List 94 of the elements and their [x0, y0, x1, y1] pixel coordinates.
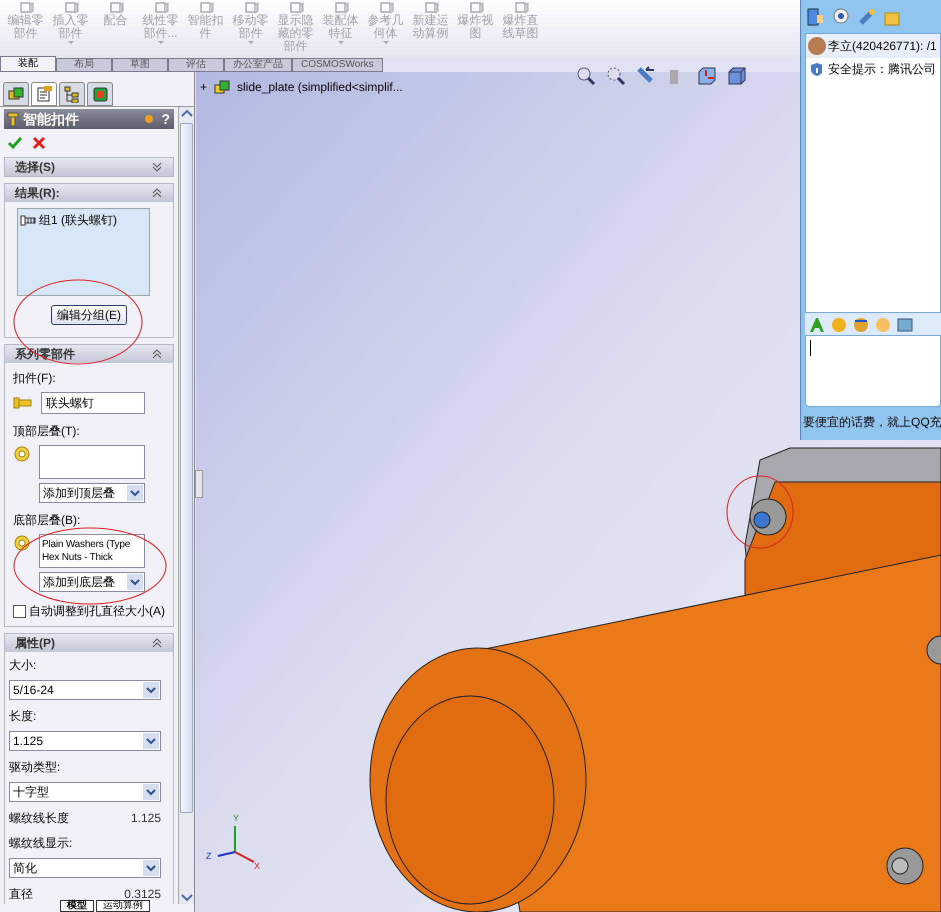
- axis-label: X: [254, 860, 260, 873]
- fastener-field[interactable]: 联头螺钉: [41, 392, 145, 414]
- field-label: 螺纹线显示:: [9, 835, 74, 852]
- tab[interactable]: 办公室产品: [224, 58, 292, 72]
- security-notice: 安全提示：腾讯公司: [828, 61, 936, 78]
- cube-icon: [288, 0, 304, 14]
- list-item[interactable]: Hex Nuts - Thick: [42, 551, 113, 564]
- tab[interactable]: 装配: [0, 56, 56, 72]
- field-value: 0.3125: [124, 886, 161, 901]
- field-label: 直径: [9, 886, 33, 903]
- expand-toggle[interactable]: +: [200, 78, 208, 96]
- dropdown[interactable]: 十字型: [9, 782, 161, 802]
- check-icon: [7, 135, 23, 151]
- property-manager-tab[interactable]: [31, 82, 57, 106]
- list-item[interactable]: Plain Washers (Type: [42, 538, 130, 551]
- scrollbar-thumb[interactable]: [180, 123, 193, 813]
- washer-icon: [13, 445, 31, 463]
- phone-icon[interactable]: [805, 6, 825, 26]
- text-cursor: [810, 340, 811, 356]
- cube-icon: [512, 0, 528, 14]
- panel-title: 智能扣件: [23, 110, 79, 128]
- close-icon: [31, 135, 47, 151]
- cube-icon: [468, 0, 484, 14]
- properties-section-header[interactable]: 属性(P): [5, 634, 173, 652]
- axis-label: Z: [206, 850, 212, 863]
- field-label: 长度:: [9, 708, 38, 725]
- field-label: 底部层叠(B):: [13, 512, 82, 529]
- font-icon[interactable]: [808, 316, 825, 332]
- tab[interactable]: 评估: [168, 58, 224, 72]
- webcam-icon[interactable]: [831, 6, 851, 26]
- cube-icon: [62, 0, 78, 14]
- top-stack-list[interactable]: [39, 445, 145, 479]
- message-input[interactable]: [805, 335, 941, 407]
- checkbox[interactable]: [13, 604, 26, 618]
- axis-label: Y: [233, 812, 240, 825]
- zoom-area-icon[interactable]: [606, 66, 626, 86]
- ok-button[interactable]: [7, 135, 23, 151]
- screw-icon: [6, 112, 20, 126]
- document-icon: [35, 85, 53, 103]
- bottom-stack-list[interactable]: Plain Washers (Type Hex Nuts - Thick: [39, 534, 145, 568]
- dropdown[interactable]: 简化: [9, 858, 161, 878]
- cube-icon: [378, 0, 394, 14]
- cube-icon: [198, 0, 214, 14]
- bolt-icon: [20, 214, 36, 226]
- tree-item[interactable]: slide_plate (simplified<simplif...: [237, 78, 403, 96]
- chat-sender: 李立(420426771): /1: [828, 38, 937, 55]
- display-tab[interactable]: [87, 82, 113, 106]
- shield-icon: [810, 62, 822, 76]
- bottom-tab[interactable]: 模型: [60, 900, 94, 912]
- field-value: 1.125: [130, 810, 161, 827]
- zoom-to-fit-icon[interactable]: [576, 66, 596, 86]
- view-orientation-icon[interactable]: [696, 66, 716, 86]
- selection-section-header[interactable]: 选择(S): [5, 158, 173, 176]
- field-label: 顶部层叠(T):: [13, 423, 81, 440]
- field-label: 大小:: [9, 657, 38, 674]
- feature-tree-tab[interactable]: [3, 82, 29, 106]
- screw-icon: [13, 395, 33, 411]
- bottom-tab[interactable]: 运动算例: [96, 900, 150, 912]
- picture-icon[interactable]: [896, 316, 913, 332]
- collapse-icon[interactable]: [151, 637, 163, 649]
- edit-group-button[interactable]: 编辑分组(E): [51, 305, 127, 325]
- cube-icon: [242, 0, 258, 14]
- checkbox-label[interactable]: 自动调整到孔直径大小(A): [29, 602, 165, 620]
- washer-icon: [13, 534, 31, 552]
- cancel-button[interactable]: [31, 135, 47, 151]
- dropdown[interactable]: 5/16-24: [9, 680, 161, 700]
- collapse-icon[interactable]: [151, 348, 163, 360]
- cube-icon: [108, 0, 124, 14]
- scrollbar[interactable]: [178, 107, 194, 904]
- field-label: 驱动类型:: [9, 759, 62, 776]
- field-label: 扣件(F):: [13, 370, 57, 387]
- configuration-tab[interactable]: [59, 82, 85, 106]
- results-section-header[interactable]: 结果(R):: [5, 184, 173, 202]
- field-label: 螺纹线长度: [9, 810, 69, 827]
- collapse-icon[interactable]: [151, 187, 163, 199]
- box-icon: [91, 85, 109, 103]
- assembly-icon: [213, 79, 232, 95]
- cube-icon: [152, 0, 168, 14]
- cube-icon: [422, 0, 438, 14]
- tab[interactable]: 布局: [56, 58, 112, 72]
- dropdown[interactable]: 1.125: [9, 731, 161, 751]
- tab[interactable]: COSMOSWorks: [292, 58, 383, 72]
- expand-icon[interactable]: [151, 161, 163, 173]
- tree-icon: [63, 85, 81, 103]
- help-button[interactable]: ?: [159, 111, 172, 127]
- cube-icon: [332, 0, 348, 14]
- dropdown[interactable]: 添加到顶层叠: [39, 483, 145, 503]
- tab[interactable]: 草图: [112, 58, 168, 72]
- list-item[interactable]: 组1 (联头螺钉): [39, 211, 117, 229]
- cube-icon: [18, 0, 34, 14]
- splitter-handle[interactable]: [195, 470, 203, 498]
- avatar: [808, 37, 826, 55]
- dropdown[interactable]: 添加到底层叠: [39, 572, 145, 592]
- cube-icon[interactable]: [726, 66, 746, 86]
